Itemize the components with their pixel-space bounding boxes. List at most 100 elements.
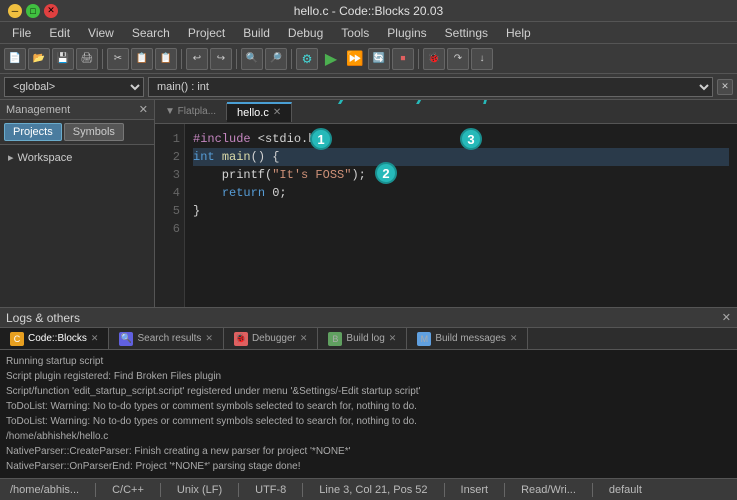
menu-file[interactable]: File <box>4 24 39 42</box>
status-position: Line 3, Col 21, Pos 52 <box>315 484 431 496</box>
line-num-5: 5 <box>159 202 180 220</box>
scope-dropdown[interactable]: <global> <box>4 77 144 97</box>
status-mode: Insert <box>457 484 493 496</box>
workspace-tree-item[interactable]: ▸ Workspace <box>4 149 150 166</box>
toolbar-separator-1 <box>102 49 103 69</box>
sidebar-tab-projects[interactable]: Projects <box>4 123 62 141</box>
line-num-4: 4 <box>159 184 180 202</box>
sidebar-content: ▸ Workspace <box>0 145 154 307</box>
logs-content: Running startup script Script plugin reg… <box>0 350 737 478</box>
dropdown-close-button[interactable]: ✕ <box>717 79 733 95</box>
status-path: /home/abhis... <box>6 484 83 496</box>
toolbar: 📄 📂 💾 🖨 ✂ 📋 📋 ↩ ↪ 🔍 🔎 ⚙ ▶ ⏩ 🔄 ⏹ 🐞 ↷ ↓ <box>0 44 737 74</box>
tab-label: hello.c <box>237 107 269 119</box>
undo-button[interactable]: ↩ <box>186 48 208 70</box>
status-sep-4 <box>302 483 303 497</box>
status-readwrite: Read/Wri... <box>517 484 580 496</box>
search-tab-icon: 🔍 <box>119 332 133 346</box>
function-dropdown[interactable]: main() : int <box>148 77 713 97</box>
log-tab-search[interactable]: 🔍 Search results ✕ <box>109 328 223 349</box>
editor-area: ▼ Flatpla... hello.c ✕ 1 2 3 4 <box>155 100 737 307</box>
line-num-3: 3 <box>159 166 180 184</box>
window-title: hello.c - Code::Blocks 20.03 <box>58 4 679 18</box>
log-line-8: NativeParser::OnParserEnd: Project '*NON… <box>6 459 731 474</box>
buildmessages-tab-label: Build messages <box>435 333 506 344</box>
line-numbers: 1 2 3 4 5 6 <box>155 124 185 307</box>
search-tab-label: Search results <box>137 333 201 344</box>
menu-build[interactable]: Build <box>235 24 278 42</box>
menu-settings[interactable]: Settings <box>437 24 496 42</box>
build-run-button[interactable]: ▶ <box>320 48 342 70</box>
minimize-button[interactable]: ─ <box>8 4 22 18</box>
menu-edit[interactable]: Edit <box>41 24 78 42</box>
open-file-button[interactable]: 📂 <box>28 48 50 70</box>
status-sep-6 <box>504 483 505 497</box>
sidebar-tab-symbols[interactable]: Symbols <box>64 123 124 141</box>
status-sep-5 <box>444 483 445 497</box>
buildmessages-tab-close[interactable]: ✕ <box>510 333 518 344</box>
tab-close-icon[interactable]: ✕ <box>273 107 281 118</box>
menu-tools[interactable]: Tools <box>333 24 377 42</box>
replace-button[interactable]: 🔎 <box>265 48 287 70</box>
sidebar-close-icon[interactable]: ✕ <box>139 103 148 116</box>
menu-debug[interactable]: Debug <box>280 24 331 42</box>
search-tab-close[interactable]: ✕ <box>205 333 213 344</box>
menu-search[interactable]: Search <box>124 24 178 42</box>
close-button[interactable]: ✕ <box>44 4 58 18</box>
sidebar-title: Management <box>6 104 70 116</box>
code-line-6 <box>193 220 729 238</box>
editor-tab-start[interactable]: ▼ Flatpla... <box>155 103 227 120</box>
new-file-button[interactable]: 📄 <box>4 48 26 70</box>
log-tab-buildmessages[interactable]: M Build messages ✕ <box>407 328 528 349</box>
step-over-button[interactable]: ↷ <box>447 48 469 70</box>
editor-panel: ▼ Flatpla... hello.c ✕ 1 2 3 4 <box>155 100 737 307</box>
log-tab-buildlog[interactable]: B Build log ✕ <box>318 328 407 349</box>
editor-tabs: ▼ Flatpla... hello.c ✕ <box>155 100 737 124</box>
cut-button[interactable]: ✂ <box>107 48 129 70</box>
paste-button[interactable]: 📋 <box>155 48 177 70</box>
run-button[interactable]: ⏩ <box>344 48 366 70</box>
print-button[interactable]: 🖨 <box>76 48 98 70</box>
menu-project[interactable]: Project <box>180 24 233 42</box>
status-line-ending: Unix (LF) <box>173 484 226 496</box>
settings-button[interactable]: ⚙ <box>296 48 318 70</box>
toolbar-separator-2 <box>181 49 182 69</box>
code-line-5: } <box>193 202 729 220</box>
maximize-button[interactable]: □ <box>26 4 40 18</box>
workspace-label: Workspace <box>18 152 73 164</box>
debug-button[interactable]: 🐞 <box>423 48 445 70</box>
find-button[interactable]: 🔍 <box>241 48 263 70</box>
step-into-button[interactable]: ↓ <box>471 48 493 70</box>
code-editor[interactable]: 1 2 3 4 5 6 #include <stdio.h> int main(… <box>155 124 737 307</box>
logs-close-icon[interactable]: ✕ <box>722 311 731 324</box>
buildlog-tab-close[interactable]: ✕ <box>389 333 397 344</box>
code-line-1: #include <stdio.h> <box>193 130 729 148</box>
editor-tab-hello-c[interactable]: hello.c ✕ <box>227 102 292 122</box>
copy-button[interactable]: 📋 <box>131 48 153 70</box>
log-line-6: /home/abhishek/hello.c <box>6 429 731 444</box>
editor-section: Management ✕ Projects Symbols ▸ Workspac… <box>0 100 737 307</box>
debugger-tab-close[interactable]: ✕ <box>300 333 308 344</box>
menu-plugins[interactable]: Plugins <box>379 24 434 42</box>
status-sep-2 <box>160 483 161 497</box>
menu-bar: File Edit View Search Project Build Debu… <box>0 22 737 44</box>
status-lang: C/C++ <box>108 484 148 496</box>
redo-button[interactable]: ↪ <box>210 48 232 70</box>
toolbar-separator-5 <box>418 49 419 69</box>
code-content: #include <stdio.h> int main() { printf("… <box>185 124 737 307</box>
status-sep-7 <box>592 483 593 497</box>
logs-tabs: C Code::Blocks ✕ 🔍 Search results ✕ 🐞 De… <box>0 328 737 350</box>
codeblocks-tab-label: Code::Blocks <box>28 333 87 344</box>
log-tab-codeblocks[interactable]: C Code::Blocks ✕ <box>0 328 109 349</box>
logs-section: Logs & others ✕ C Code::Blocks ✕ 🔍 Searc… <box>0 307 737 478</box>
save-button[interactable]: 💾 <box>52 48 74 70</box>
rebuild-button[interactable]: 🔄 <box>368 48 390 70</box>
stop-button[interactable]: ⏹ <box>392 48 414 70</box>
title-bar: ─ □ ✕ hello.c - Code::Blocks 20.03 <box>0 0 737 22</box>
log-tab-debugger[interactable]: 🐞 Debugger ✕ <box>224 328 318 349</box>
codeblocks-tab-icon: C <box>10 332 24 346</box>
menu-help[interactable]: Help <box>498 24 539 42</box>
debugger-tab-label: Debugger <box>252 333 296 344</box>
codeblocks-tab-close[interactable]: ✕ <box>91 333 99 344</box>
menu-view[interactable]: View <box>80 24 122 42</box>
